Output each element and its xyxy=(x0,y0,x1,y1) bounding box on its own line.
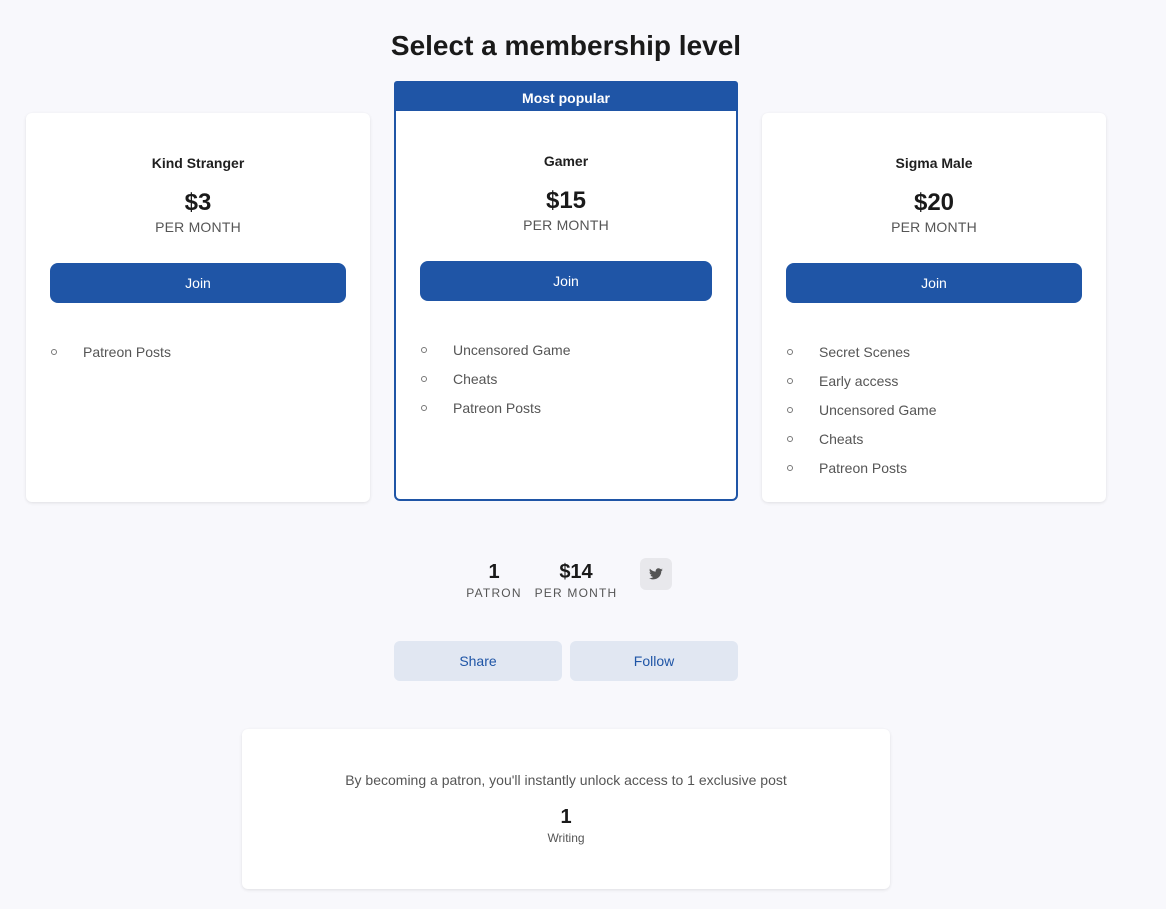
list-item: Cheats xyxy=(786,424,1106,453)
tier-card-sigma-male: Sigma Male $20 PER MONTH Join Secret Sce… xyxy=(762,113,1106,502)
tier-price: $15 xyxy=(545,187,587,214)
list-item: Early access xyxy=(786,366,1106,395)
benefit-label: Patreon Posts xyxy=(83,343,171,360)
follow-button[interactable]: Follow xyxy=(570,641,738,681)
join-button-kind-stranger[interactable]: Join xyxy=(50,263,346,303)
twitter-share-button[interactable] xyxy=(640,558,672,590)
tier-period: PER MONTH xyxy=(523,217,609,233)
benefit-list: Secret Scenes Early access Uncensored Ga… xyxy=(786,337,1106,482)
benefit-label: Cheats xyxy=(819,430,864,447)
patron-count: 1 xyxy=(488,561,500,583)
bullet-icon xyxy=(787,435,793,442)
bullet-icon xyxy=(421,375,427,382)
list-item: Uncensored Game xyxy=(420,335,736,364)
tier-price: $20 xyxy=(913,189,955,216)
benefit-label: Patreon Posts xyxy=(819,459,907,476)
benefit-label: Uncensored Game xyxy=(819,401,937,418)
patron-count-label: PATRON xyxy=(466,586,522,600)
tier-period: PER MONTH xyxy=(155,219,241,235)
list-item: Patreon Posts xyxy=(50,337,370,366)
benefit-label: Secret Scenes xyxy=(819,343,911,360)
post-count: 1 xyxy=(560,806,572,828)
list-item: Secret Scenes xyxy=(786,337,1106,366)
twitter-icon xyxy=(649,568,663,580)
page-title: Select a membership level xyxy=(390,30,742,61)
list-item: Patreon Posts xyxy=(786,453,1106,482)
benefit-list: Uncensored Game Cheats Patreon Posts xyxy=(420,335,736,422)
join-button-sigma-male[interactable]: Join xyxy=(786,263,1082,303)
bullet-icon xyxy=(421,346,427,353)
benefit-label: Patreon Posts xyxy=(453,399,541,416)
benefit-label: Cheats xyxy=(453,370,498,387)
list-item: Cheats xyxy=(420,364,736,393)
share-button[interactable]: Share xyxy=(394,641,562,681)
most-popular-badge: Most popular xyxy=(394,81,738,111)
tier-name: Kind Stranger xyxy=(151,155,245,171)
monthly-earnings-label: PER MONTH xyxy=(534,586,618,600)
bullet-icon xyxy=(421,404,427,411)
tier-name: Gamer xyxy=(543,153,589,169)
unlock-description: By becoming a patron, you'll instantly u… xyxy=(345,772,787,788)
tier-name: Sigma Male xyxy=(895,155,973,171)
bullet-icon xyxy=(787,464,793,471)
tier-card-kind-stranger: Kind Stranger $3 PER MONTH Join Patreon … xyxy=(26,113,370,502)
tier-price: $3 xyxy=(184,189,212,216)
benefit-list: Patreon Posts xyxy=(50,337,370,366)
bullet-icon xyxy=(787,377,793,384)
benefit-label: Uncensored Game xyxy=(453,341,571,358)
benefit-label: Early access xyxy=(819,372,899,389)
list-item: Uncensored Game xyxy=(786,395,1106,424)
monthly-earnings-stat: $14 PER MONTH xyxy=(532,561,620,600)
monthly-earnings: $14 xyxy=(559,561,593,583)
unlock-card: By becoming a patron, you'll instantly u… xyxy=(242,729,890,889)
bullet-icon xyxy=(51,348,57,355)
join-button-gamer[interactable]: Join xyxy=(420,261,712,301)
post-type-label: Writing xyxy=(547,831,585,845)
bullet-icon xyxy=(787,348,793,355)
tier-card-gamer: Most popular Gamer $15 PER MONTH Join Un… xyxy=(394,81,738,501)
list-item: Patreon Posts xyxy=(420,393,736,422)
tier-period: PER MONTH xyxy=(891,219,977,235)
patron-count-stat: 1 PATRON xyxy=(462,561,526,600)
bullet-icon xyxy=(787,406,793,413)
